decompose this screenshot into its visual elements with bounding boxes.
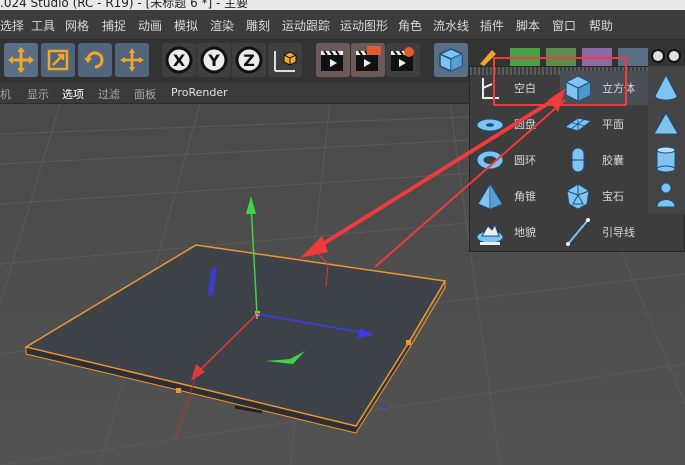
- menu-motion-tracking[interactable]: 运动跟踪: [282, 17, 330, 34]
- render-picture-viewer-icon: [356, 46, 381, 71]
- torus-icon: [476, 150, 504, 170]
- x-axis-lock-button[interactable]: X: [162, 43, 196, 77]
- palette-item-label: 引导线: [602, 226, 635, 239]
- viewport-menu-camera[interactable]: 机: [0, 86, 11, 102]
- svg-text:Z: Z: [243, 51, 255, 70]
- palette-item-pyramid[interactable]: 角锥: [472, 179, 560, 213]
- palette-item-label: 宝石: [602, 190, 624, 203]
- menu-mograph[interactable]: 运动图形: [340, 17, 388, 34]
- palette-item-label: 地貌: [514, 226, 536, 239]
- render-settings-icon: [391, 47, 414, 71]
- palette-item-guide[interactable]: 引导线: [560, 215, 648, 249]
- subdivision-icon: [510, 48, 540, 66]
- menu-window[interactable]: 窗口: [552, 17, 576, 34]
- add-cube-button[interactable]: [434, 43, 468, 77]
- cube-icon: [565, 75, 591, 102]
- platonic-icon: [566, 183, 590, 210]
- svg-text:X: X: [173, 51, 186, 70]
- palette-item-label: 圆环: [514, 154, 536, 167]
- menu-plugins[interactable]: 插件: [480, 17, 504, 34]
- render-view-icon: [321, 50, 343, 71]
- rotate-tool-button[interactable]: [78, 43, 112, 77]
- x-axis-icon: X: [165, 46, 193, 74]
- tetrahedron-icon[interactable]: [650, 108, 682, 140]
- figure-icon[interactable]: [650, 179, 682, 211]
- null-object-icon: [482, 78, 499, 99]
- viewport-menu-panel[interactable]: 面板: [134, 86, 156, 102]
- picture-viewer-button[interactable]: [351, 43, 385, 77]
- coordinate-system-icon: [274, 51, 297, 72]
- capsule-icon: [571, 147, 585, 173]
- disc-icon: [476, 118, 504, 132]
- menu-snap[interactable]: 捕捉: [102, 17, 126, 34]
- y-axis-lock-button[interactable]: Y: [197, 43, 231, 77]
- palette-item-torus[interactable]: 圆环: [472, 143, 560, 177]
- palette-item-label: 圆盘: [514, 118, 536, 131]
- menu-render[interactable]: 渲染: [210, 17, 234, 34]
- viewport-menu-prorender[interactable]: ProRender: [171, 86, 228, 99]
- move-tool-button[interactable]: [4, 43, 38, 77]
- viewport-menu-filter[interactable]: 过滤: [98, 86, 120, 102]
- palette-item-cube[interactable]: 立方体: [560, 71, 648, 105]
- scene-icon: [618, 48, 648, 66]
- palette-item-label: 平面: [602, 118, 624, 131]
- palette-item-null[interactable]: 空白: [472, 71, 560, 105]
- pen-icon: [480, 50, 496, 66]
- menu-select[interactable]: 选择: [0, 17, 24, 34]
- menu-script[interactable]: 脚本: [516, 17, 540, 34]
- landscape-icon: [476, 223, 504, 245]
- palette-item-label: 胶囊: [602, 154, 624, 167]
- rotate-icon: [84, 51, 104, 69]
- menu-character[interactable]: 角色: [398, 17, 422, 34]
- scale-icon: [47, 49, 69, 71]
- palette-item-label: 立方体: [602, 82, 635, 95]
- array-icon: [546, 48, 576, 66]
- scale-tool-button[interactable]: [41, 43, 75, 77]
- guide-icon: [566, 218, 590, 246]
- plane-icon: [563, 117, 593, 132]
- viewport-menu-options[interactable]: 选项: [62, 86, 84, 102]
- toolbar-overflow-strip: [480, 48, 681, 66]
- menu-simulate[interactable]: 模拟: [174, 17, 198, 34]
- svg-text:Y: Y: [207, 51, 220, 70]
- cone-icon[interactable]: [650, 72, 682, 104]
- menu-sculpt[interactable]: 雕刻: [246, 17, 270, 34]
- deformer-icon: [582, 48, 612, 66]
- palette-item-label: 角锥: [514, 190, 536, 203]
- viewport-menu-bar: 机 显示 选项 过滤 面板 ProRender: [0, 82, 470, 104]
- menu-tools[interactable]: 工具: [31, 17, 55, 34]
- z-axis-icon: Z: [235, 46, 263, 74]
- window-title: .024 Studio (RC - R19) - [未标题 6 *] - 主要: [0, 0, 249, 10]
- palette-item-landscape[interactable]: 地貌: [472, 215, 560, 249]
- window-title-bar: .024 Studio (RC - R19) - [未标题 6 *] - 主要: [0, 0, 685, 10]
- move-axis-icon: [120, 48, 144, 72]
- menu-mesh[interactable]: 网格: [65, 17, 89, 34]
- palette-item-capsule[interactable]: 胶囊: [560, 143, 648, 177]
- menu-pipeline[interactable]: 流水线: [433, 17, 469, 34]
- render-settings-button[interactable]: [386, 43, 420, 77]
- cylinder-icon[interactable]: [650, 143, 682, 175]
- z-axis-lock-button[interactable]: Z: [232, 43, 266, 77]
- palette-item-plane[interactable]: 平面: [560, 107, 648, 141]
- camera-icon: [651, 49, 665, 63]
- live-selection-button[interactable]: [115, 43, 149, 77]
- coordinate-system-button[interactable]: [268, 43, 302, 77]
- move-icon: [8, 47, 34, 73]
- menu-help[interactable]: 帮助: [589, 17, 613, 34]
- palette-item-platonic[interactable]: 宝石: [560, 179, 648, 213]
- menu-animate[interactable]: 动画: [138, 17, 162, 34]
- viewport-menu-display[interactable]: 显示: [27, 86, 49, 102]
- cube-object-icon: [439, 48, 463, 72]
- palette-item-disc[interactable]: 圆盘: [472, 107, 560, 141]
- main-menu-bar: 选择 工具 网格 捕捉 动画 模拟 渲染 雕刻 运动跟踪 运动图形 角色 流水线…: [0, 10, 685, 40]
- pyramid-icon: [477, 183, 503, 210]
- render-view-button[interactable]: [316, 43, 350, 77]
- palette-item-label: 空白: [514, 82, 536, 95]
- y-axis-icon: Y: [200, 46, 228, 74]
